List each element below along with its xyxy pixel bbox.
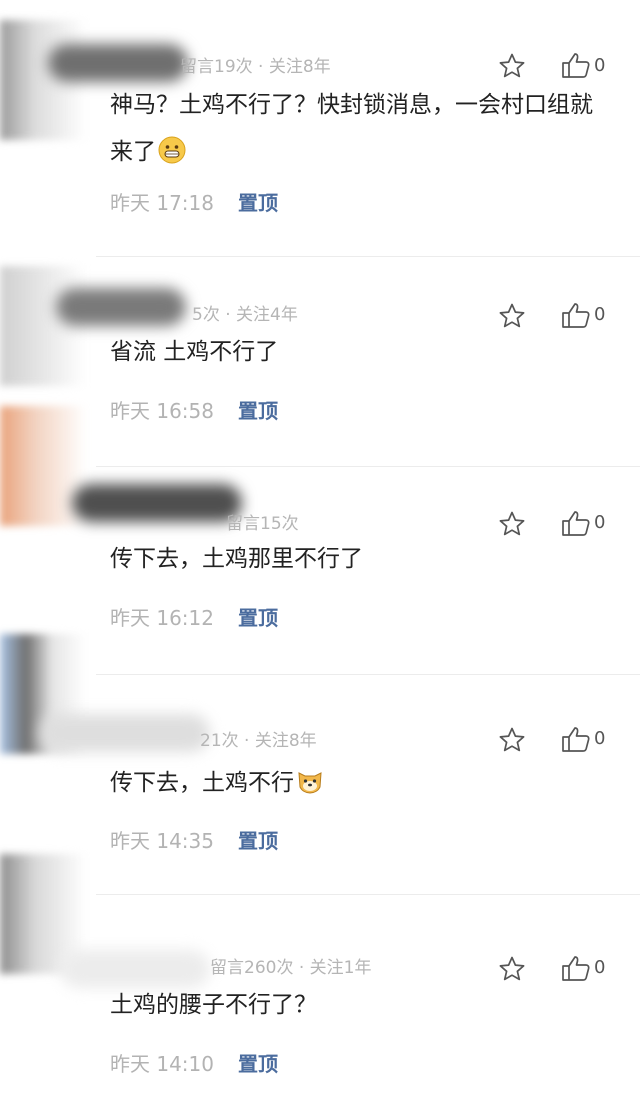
comment-text: 神马？土鸡不行了？快封锁消息，一会村口组就来了 [110, 82, 612, 176]
comment-time: 昨天 14:35 [110, 829, 214, 853]
pin-button[interactable]: 置顶 [238, 1048, 278, 1077]
star-outline-icon[interactable] [498, 726, 526, 754]
comment-item: 留言19次 · 关注8年 神马？土鸡不行了？快封锁消息，一会村口组就来了 昨天 … [0, 0, 640, 256]
thumbs-up-outline-icon[interactable] [561, 51, 591, 79]
comment-text-content: 传下去，土鸡不行 [110, 770, 294, 796]
star-outline-icon[interactable] [498, 52, 526, 80]
star-outline-icon[interactable] [498, 510, 526, 538]
blurred-username [72, 484, 242, 522]
star-outline-icon[interactable] [498, 955, 526, 983]
star-outline-icon[interactable] [498, 302, 526, 330]
like-count: 0 [594, 728, 606, 749]
comment-time: 昨天 17:18 [110, 191, 214, 215]
thumbs-up-outline-icon[interactable] [561, 509, 591, 537]
pin-button[interactable]: 置顶 [238, 825, 278, 854]
comment-time: 昨天 14:10 [110, 1052, 214, 1076]
thumbs-up-outline-icon[interactable] [561, 954, 591, 982]
blurred-username [40, 714, 210, 752]
comment-text: 土鸡的腰子不行了？ [110, 992, 317, 1018]
thumbs-up-outline-icon[interactable] [561, 725, 591, 753]
comment-meta: 留言260次 · 关注1年 [210, 958, 372, 978]
like-count: 0 [594, 55, 606, 76]
comment-item: 留言260次 · 关注1年 土鸡的腰子不行了？ 昨天 14:10 置顶 0 [0, 854, 640, 1096]
thumbs-up-outline-icon[interactable] [561, 301, 591, 329]
grinning-emoji-icon [158, 136, 186, 164]
pin-button[interactable]: 置顶 [238, 395, 278, 424]
dog-face-emoji-icon [298, 772, 322, 794]
comment-item: 5次 · 关注4年 省流 土鸡不行了 昨天 16:58 置顶 0 [0, 256, 640, 466]
pin-button[interactable]: 置顶 [238, 602, 278, 631]
comment-time: 昨天 16:12 [110, 606, 214, 630]
comment-meta: 留言15次 [226, 514, 299, 534]
comment-time: 昨天 16:58 [110, 399, 214, 423]
pin-button[interactable]: 置顶 [238, 187, 278, 216]
blurred-username [48, 44, 188, 82]
comment-text: 传下去，土鸡不行 [110, 760, 612, 807]
comment-meta: 留言19次 · 关注8年 [180, 57, 331, 77]
comment-text: 省流 土鸡不行了 [110, 339, 279, 365]
comment-meta: 21次 · 关注8年 [200, 731, 317, 751]
like-count: 0 [594, 957, 606, 978]
like-count: 0 [594, 512, 606, 533]
comment-text: 传下去，土鸡那里不行了 [110, 546, 363, 572]
comment-item: 留言15次 传下去，土鸡那里不行了 昨天 16:12 置顶 0 [0, 406, 640, 674]
blurred-username [56, 288, 186, 326]
comment-item: 21次 · 关注8年 传下去，土鸡不行 昨天 14:35 置顶 0 [0, 634, 640, 894]
avatar[interactable] [0, 266, 86, 386]
comment-meta: 5次 · 关注4年 [192, 305, 298, 325]
like-count: 0 [594, 304, 606, 325]
